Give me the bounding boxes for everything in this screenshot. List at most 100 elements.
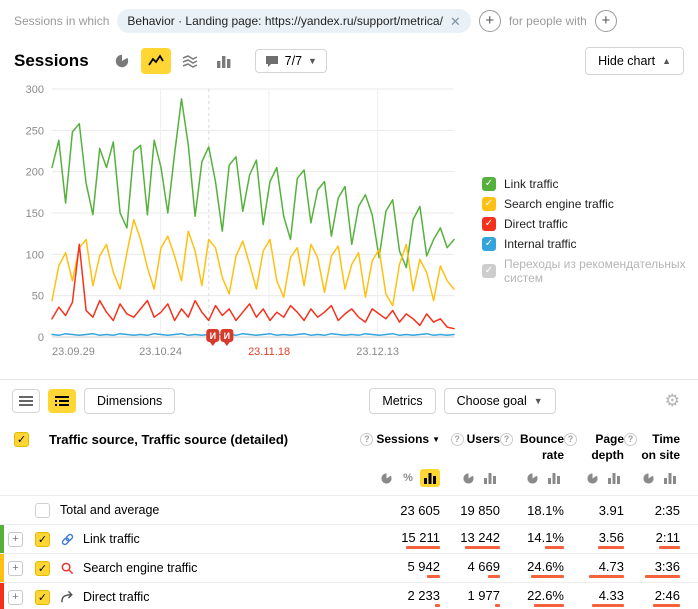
legend-checkbox[interactable]: ✓ (482, 237, 496, 251)
filter-chip[interactable]: Behavior · Landing page: https://yandex.… (117, 9, 470, 33)
dimensions-button[interactable]: Dimensions (84, 388, 175, 414)
sessions-value: 15 211 (401, 530, 440, 545)
metrics-button[interactable]: Metrics (369, 388, 435, 414)
gear-icon[interactable]: ⚙ (665, 391, 680, 411)
depth-value: 3.91 (599, 503, 624, 518)
row-label: Search engine traffic (83, 561, 197, 575)
sessions-line-chart[interactable]: 05010015020025030023.09.2923.10.2423.11.… (6, 79, 468, 363)
annotations-dropdown[interactable]: 7/7 ▼ (255, 49, 327, 73)
help-icon[interactable]: ? (360, 433, 373, 446)
pie-view-icon[interactable] (638, 469, 658, 487)
pie-view-icon[interactable] (458, 469, 478, 487)
column-header-bounce-rate[interactable]: ? Bounce rate (500, 432, 564, 463)
add-people-filter-button[interactable]: + (595, 10, 617, 32)
hide-chart-label: Hide chart (598, 54, 655, 68)
bars-view-icon[interactable] (480, 469, 500, 487)
svg-text:23.11.18: 23.11.18 (248, 346, 290, 358)
legend-item[interactable]: ✓ Переходы из рекомендательных систем (482, 257, 698, 285)
table-row-search-traffic[interactable]: + ✓ Search engine traffic 5 942 4 669 24… (0, 553, 698, 582)
legend-checkbox[interactable]: ✓ (482, 197, 496, 211)
percent-view-icon[interactable]: % (398, 469, 418, 487)
page-title: Sessions (14, 51, 89, 71)
legend-item[interactable]: ✓Link traffic (482, 177, 698, 191)
chevron-up-icon: ▲ (662, 56, 671, 66)
table-row-direct-traffic[interactable]: + ✓ Direct traffic 2 233 1 977 22.6% 4.3… (0, 582, 698, 609)
depth-value: 4.73 (599, 559, 624, 574)
column-header-sessions[interactable]: ? Sessions ▼ (352, 432, 440, 448)
pie-view-icon[interactable] (582, 469, 602, 487)
bounce-value: 22.6% (527, 588, 564, 603)
legend-item[interactable]: ✓Search engine traffic (482, 197, 698, 211)
line-chart-icon (148, 53, 164, 69)
filter-chip-label: Behavior · Landing page: https://yandex.… (127, 14, 443, 28)
tree-list-icon (55, 395, 69, 407)
expand-row-button[interactable]: + (8, 561, 23, 576)
table-row-link-traffic[interactable]: + ✓ Link traffic 15 211 13 242 14.1% 3.5… (0, 524, 698, 553)
bars-view-icon[interactable] (544, 469, 564, 487)
row-checkbox[interactable]: ✓ (35, 503, 50, 518)
chip-remove-icon[interactable]: ✕ (450, 15, 461, 28)
dimensions-label: Dimensions (97, 394, 162, 408)
chart-type-columns-button[interactable] (209, 48, 239, 74)
time-value: 2:35 (655, 503, 680, 518)
value-bar (488, 575, 500, 578)
row-color-strip (0, 583, 4, 609)
value-bar (659, 546, 680, 549)
column-chart-icon (216, 53, 232, 69)
hide-chart-button[interactable]: Hide chart ▲ (585, 47, 684, 75)
table-row-total[interactable]: ✓ Total and average 23 605 19 850 18.1% … (0, 495, 698, 524)
column-header-users[interactable]: ? Users (440, 432, 500, 448)
metrica-page: Sessions in which Behavior · Landing pag… (0, 0, 698, 609)
help-icon[interactable]: ? (500, 433, 513, 446)
bars-view-icon[interactable] (420, 469, 440, 487)
svg-text:23.09.29: 23.09.29 (52, 346, 95, 358)
users-value: 4 669 (467, 559, 500, 574)
legend-checkbox[interactable]: ✓ (482, 177, 496, 191)
legend-item[interactable]: ✓Internal traffic (482, 237, 698, 251)
choose-goal-button[interactable]: Choose goal ▼ (444, 388, 556, 414)
expand-row-button[interactable]: + (8, 532, 23, 547)
row-label: Link traffic (83, 532, 140, 546)
help-icon[interactable]: ? (564, 433, 577, 446)
add-session-filter-button[interactable]: + (479, 10, 501, 32)
legend-item[interactable]: ✓Direct traffic (482, 217, 698, 231)
legend-checkbox[interactable]: ✓ (482, 264, 496, 278)
column-header-time-on-site[interactable]: ? Time on site (624, 432, 680, 463)
help-icon[interactable]: ? (451, 433, 464, 446)
tree-view-button[interactable] (48, 389, 76, 413)
select-all-checkbox[interactable]: ✓ (14, 432, 29, 447)
help-icon[interactable]: ? (624, 433, 637, 446)
value-bar (531, 575, 564, 578)
pie-view-icon[interactable] (376, 469, 396, 487)
filter-bar: Sessions in which Behavior · Landing pag… (0, 0, 698, 39)
report-table-section: Dimensions Metrics Choose goal ▼ ⚙ ✓ Tra… (0, 379, 698, 609)
chevron-down-icon: ▼ (534, 396, 543, 406)
chart-type-area-button[interactable] (175, 48, 205, 74)
pie-view-icon[interactable] (522, 469, 542, 487)
expand-row-button[interactable]: + (8, 590, 23, 605)
svg-text:150: 150 (26, 208, 44, 220)
depth-value: 4.33 (599, 588, 624, 603)
chart-header: Sessions (0, 39, 698, 77)
metrics-label: Metrics (382, 394, 422, 408)
row-checkbox[interactable]: ✓ (35, 561, 50, 576)
chart-type-pie-button[interactable] (107, 48, 137, 74)
value-bar (592, 604, 624, 607)
column-header-page-depth[interactable]: ? Page depth (564, 432, 624, 463)
time-value: 2:46 (655, 588, 680, 603)
users-value: 13 242 (460, 530, 500, 545)
row-checkbox[interactable]: ✓ (35, 590, 50, 605)
chart-type-line-button[interactable] (141, 48, 171, 74)
users-value: 19 850 (460, 503, 500, 518)
bounce-value: 24.6% (527, 559, 564, 574)
bounce-value: 18.1% (527, 503, 564, 518)
row-checkbox[interactable]: ✓ (35, 532, 50, 547)
filter-suffix-label: for people with (509, 14, 587, 28)
depth-value: 3.56 (599, 530, 624, 545)
bars-view-icon[interactable] (660, 469, 680, 487)
legend-checkbox[interactable]: ✓ (482, 217, 496, 231)
bars-view-icon[interactable] (604, 469, 624, 487)
column-label: Time on site (640, 432, 680, 463)
legend-label: Переходы из рекомендательных систем (504, 257, 698, 285)
flat-list-view-button[interactable] (12, 389, 40, 413)
